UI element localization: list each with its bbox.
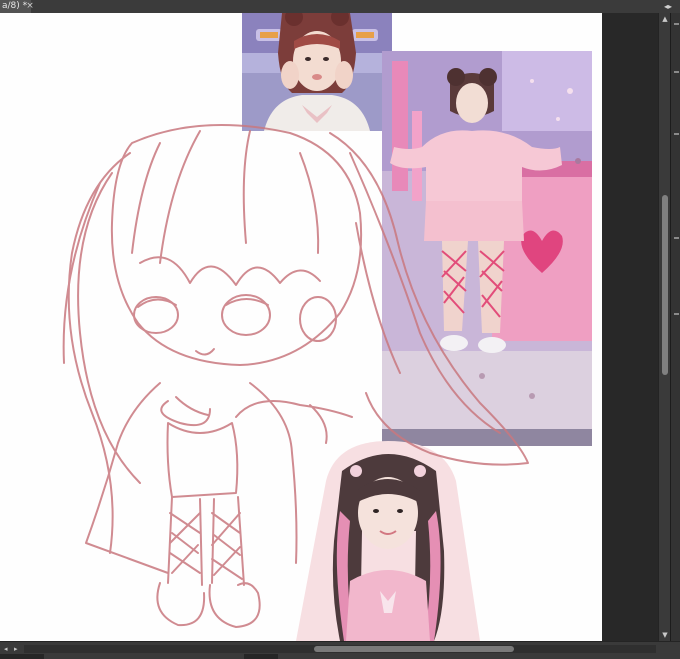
panel-grip-icon[interactable] <box>674 71 679 73</box>
panel-grip-icon[interactable] <box>674 237 679 239</box>
collapse-panels-icon[interactable]: ◂▸ <box>664 0 672 13</box>
document-tab-bar: a/8) * × ◂▸ <box>0 0 680 14</box>
collapsed-panel-strip[interactable] <box>670 13 680 641</box>
status-info-area <box>0 654 44 659</box>
vertical-scroll-thumb[interactable] <box>662 195 668 375</box>
bottom-status-bar: ◂ ▸ <box>0 641 680 659</box>
panel-grip-icon[interactable] <box>674 133 679 135</box>
panel-grip-icon[interactable] <box>674 313 679 315</box>
horizontal-scroll-thumb[interactable] <box>314 646 514 652</box>
chibi-sketch-layer[interactable] <box>0 13 602 641</box>
close-icon[interactable]: × <box>24 0 36 13</box>
canvas-area[interactable] <box>0 13 658 641</box>
artwork-window: a/8) * × ◂▸ ▲ ▼ ◂ ▸ <box>0 0 680 659</box>
status-divider <box>244 654 278 659</box>
horizontal-scrollbar[interactable] <box>24 645 656 653</box>
document-canvas[interactable] <box>0 13 602 641</box>
panel-grip-icon[interactable] <box>674 23 679 25</box>
